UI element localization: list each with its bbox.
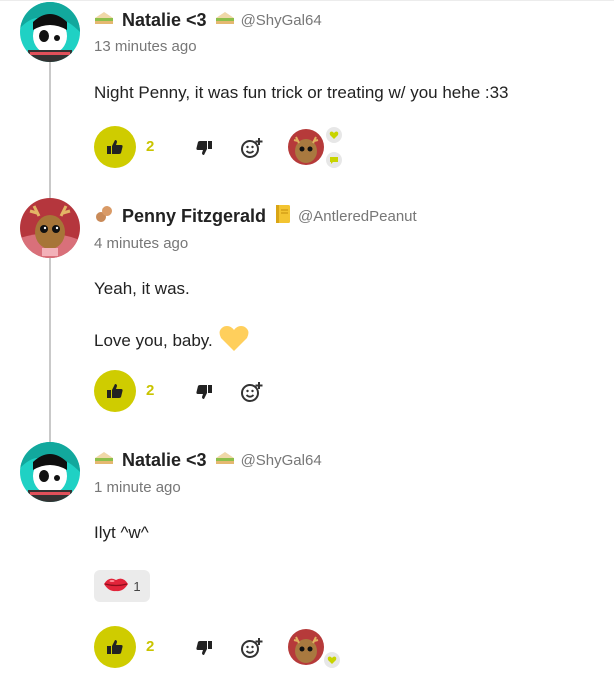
comment-text: Ilyt ^w^ [94, 523, 149, 542]
avatar[interactable] [20, 198, 80, 258]
comment-header: Natalie <3 @ShyGal64 [94, 8, 322, 32]
reaction-chip[interactable]: 1 [94, 570, 150, 602]
comment-text: Night Penny, it was fun trick or treatin… [94, 83, 509, 102]
sandwich-icon [94, 9, 114, 32]
heart-badge [326, 127, 342, 143]
yellow-heart-icon [218, 324, 250, 357]
add-reaction-icon [241, 138, 263, 158]
add-reaction-button[interactable] [240, 136, 264, 160]
heart-icon [329, 131, 339, 139]
add-reaction-icon [241, 638, 263, 658]
add-reaction-icon [241, 382, 263, 402]
thread-line [49, 62, 51, 198]
reaction-count: 1 [133, 578, 141, 594]
heart-badge [324, 652, 340, 668]
add-reaction-button[interactable] [240, 380, 264, 404]
dislike-button[interactable] [194, 638, 214, 658]
thumbs-up-icon [107, 140, 123, 154]
author-name[interactable]: Penny Fitzgerald [122, 206, 266, 227]
thumbs-up-icon [107, 640, 123, 654]
thread-line [49, 258, 51, 442]
speech-bubble-icon [330, 157, 338, 164]
author-handle[interactable]: @AntleredPeanut [298, 208, 417, 225]
like-button[interactable] [94, 626, 136, 668]
avatar[interactable] [20, 442, 80, 502]
lips-icon [103, 575, 129, 598]
author-handle[interactable]: @ShyGal64 [241, 452, 322, 469]
like-button[interactable] [94, 370, 136, 412]
add-reaction-button[interactable] [240, 636, 264, 660]
sandwich-icon [215, 449, 235, 472]
comment-header: Natalie <3 @ShyGal64 [94, 448, 322, 472]
timestamp: 1 minute ago [94, 479, 181, 496]
peanut-icon [94, 204, 114, 229]
like-count: 2 [146, 138, 155, 155]
thumbs-up-icon [107, 384, 123, 398]
dislike-button[interactable] [194, 382, 214, 402]
like-count: 2 [146, 382, 155, 399]
comment-text-line: Love you, baby. [94, 324, 250, 357]
author-name[interactable]: Natalie <3 [122, 10, 207, 31]
sandwich-icon [94, 449, 114, 472]
thumbs-down-icon [196, 641, 212, 655]
author-name[interactable]: Natalie <3 [122, 450, 207, 471]
top-divider [0, 0, 614, 1]
heart-icon [327, 656, 337, 664]
thumbs-down-icon [196, 141, 212, 155]
thumbs-down-icon [196, 385, 212, 399]
dislike-button[interactable] [194, 138, 214, 158]
reaction-avatar[interactable] [288, 129, 324, 165]
sandwich-icon [215, 9, 235, 32]
comment-text: Yeah, it was. [94, 279, 190, 298]
like-count: 2 [146, 638, 155, 655]
notebook-icon [274, 204, 292, 229]
timestamp: 13 minutes ago [94, 38, 197, 55]
avatar[interactable] [20, 2, 80, 62]
timestamp: 4 minutes ago [94, 235, 189, 252]
author-handle[interactable]: @ShyGal64 [241, 12, 322, 29]
chat-badge [326, 152, 342, 168]
comment-header: Penny Fitzgerald @AntleredPeanut [94, 204, 417, 228]
comment-text: Love you, baby. [94, 330, 213, 350]
reaction-avatar[interactable] [288, 629, 324, 665]
like-button[interactable] [94, 126, 136, 168]
